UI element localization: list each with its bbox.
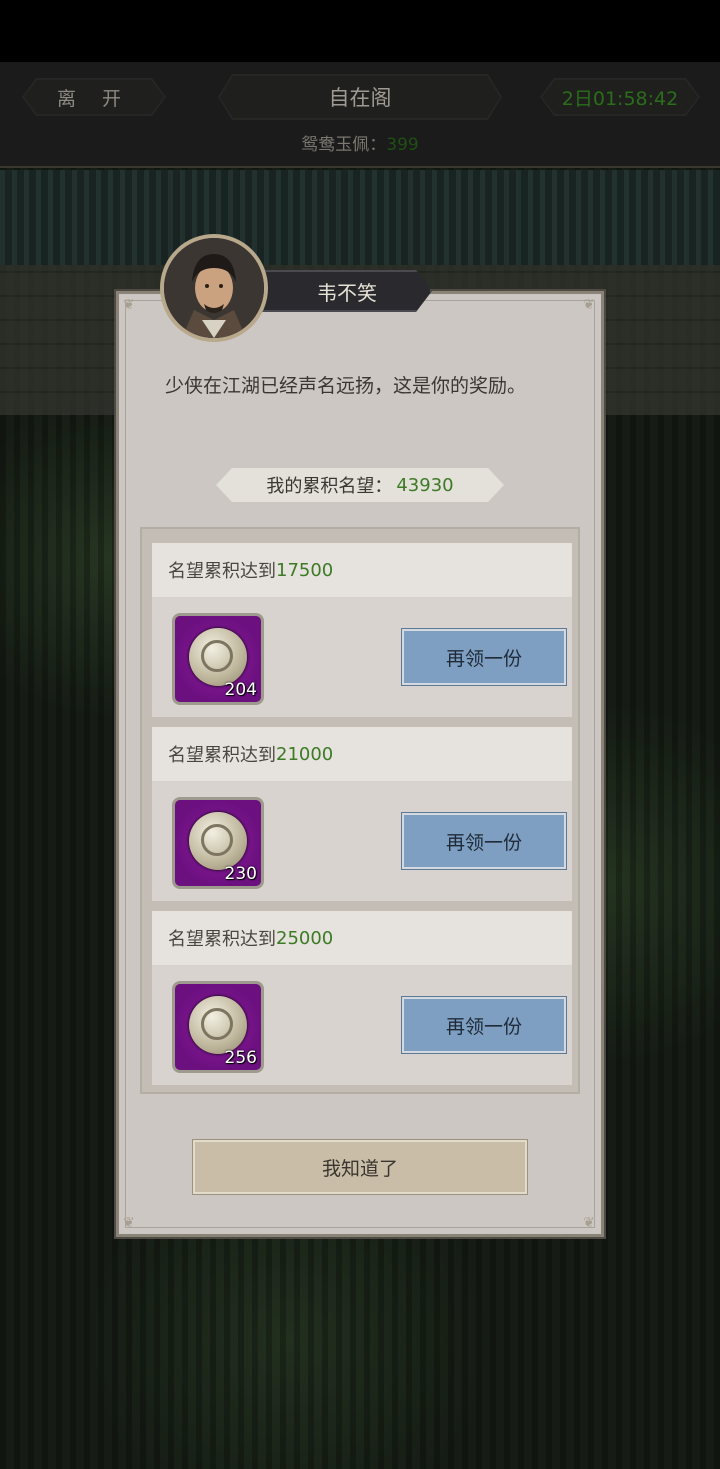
- reward-row: 名望累积达到 17500 204 再领一份: [152, 543, 572, 717]
- claim-again-button[interactable]: 再领一份: [402, 813, 566, 869]
- fame-total-banner: 我的累积名望： 43930: [216, 468, 504, 502]
- item-quantity: 230: [224, 864, 257, 884]
- reward-requirement: 名望累积达到 21000: [152, 727, 572, 781]
- roof-tiles: [0, 170, 720, 265]
- npc-name: 韦不笑: [317, 280, 377, 305]
- jade-pendant-icon[interactable]: 230: [172, 797, 264, 889]
- npc-message: 少侠在江湖已经声名远扬，这是你的奖励。: [165, 375, 527, 397]
- reward-row: 名望累积达到 21000 230 再领一份: [152, 727, 572, 901]
- corner-ornament: ❦: [123, 1215, 135, 1231]
- item-quantity: 256: [224, 1048, 257, 1068]
- item-quantity: 204: [224, 680, 257, 700]
- npc-avatar: [160, 234, 268, 342]
- claim-again-button[interactable]: 再领一份: [402, 997, 566, 1053]
- confirm-button[interactable]: 我知道了: [193, 1140, 527, 1194]
- reward-requirement: 名望累积达到 17500: [152, 543, 572, 597]
- jade-pendant-icon[interactable]: 204: [172, 613, 264, 705]
- location-title: 自在阁: [218, 74, 502, 120]
- status-bar: [0, 0, 720, 62]
- reward-requirement: 名望累积达到 25000: [152, 911, 572, 965]
- currency-display: 鸳鸯玉佩：399: [301, 135, 419, 155]
- fame-label: 我的累积名望：: [266, 476, 393, 497]
- npc-name-plate: 韦不笑: [262, 270, 432, 312]
- reward-row: 名望累积达到 25000 256 再领一份: [152, 911, 572, 1085]
- countdown-timer: 2日01:58:42: [540, 78, 700, 116]
- reward-list[interactable]: 名望累积达到 17500 204 再领一份 名望累积达到 21000 230 再领一…: [140, 527, 580, 1094]
- jade-pendant-icon[interactable]: 256: [172, 981, 264, 1073]
- fame-value: 43930: [396, 474, 454, 496]
- corner-ornament: ❦: [583, 297, 595, 313]
- corner-ornament: ❦: [123, 297, 135, 313]
- claim-again-button[interactable]: 再领一份: [402, 629, 566, 685]
- corner-ornament: ❦: [583, 1215, 595, 1231]
- leave-button[interactable]: 离 开: [22, 78, 166, 116]
